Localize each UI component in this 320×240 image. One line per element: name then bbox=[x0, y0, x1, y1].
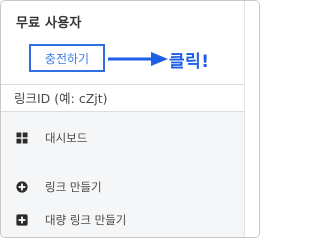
menu-item-dashboard[interactable]: 대시보드 bbox=[1, 125, 244, 151]
menu-item-label: 링크 만들기 bbox=[45, 180, 102, 194]
plus-circle-icon bbox=[16, 181, 28, 193]
sidebar: 무료 사용자 충전하기 클릭! 대시보드 bbox=[1, 1, 244, 237]
menu-item-label: 대량 링크 만들기 bbox=[45, 213, 127, 227]
link-id-search-input[interactable] bbox=[1, 84, 244, 112]
sidebar-menu: 대시보드 링크 만들기 대량 링크 만들기 bbox=[1, 112, 244, 237]
plus-square-icon bbox=[16, 214, 28, 226]
menu-item-create-link[interactable]: 링크 만들기 bbox=[1, 174, 244, 200]
user-type-label: 무료 사용자 bbox=[16, 16, 82, 31]
app-frame: 무료 사용자 충전하기 클릭! 대시보드 bbox=[0, 0, 260, 238]
menu-item-bulk-create-links[interactable]: 대량 링크 만들기 bbox=[1, 207, 244, 233]
menu-item-label: 대시보드 bbox=[45, 131, 88, 145]
callout-arrow-icon bbox=[108, 52, 168, 66]
main-content-area bbox=[245, 1, 259, 237]
charge-button[interactable]: 충전하기 bbox=[29, 44, 105, 72]
dashboard-grid-icon bbox=[16, 132, 28, 144]
click-callout: 클릭! bbox=[169, 52, 210, 72]
